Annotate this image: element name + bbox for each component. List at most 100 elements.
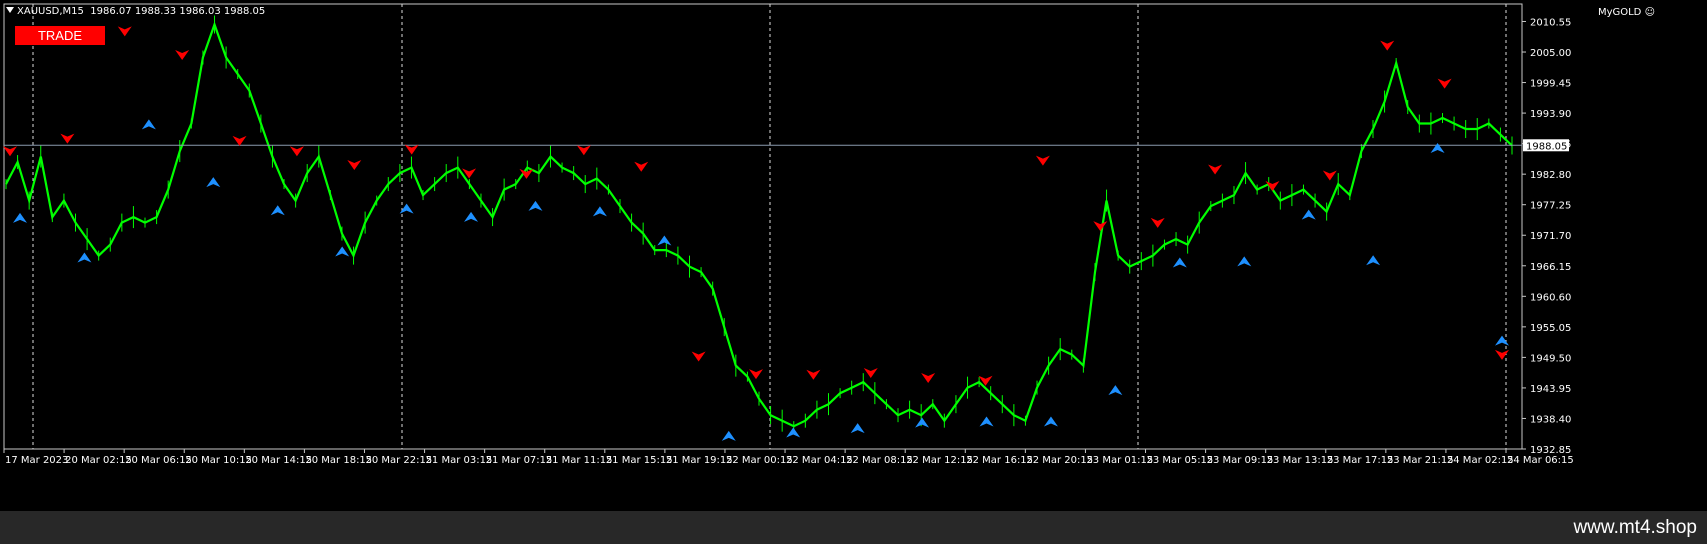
buy-signal-arrow <box>206 177 221 188</box>
y-tick-label: 1960.60 <box>1530 292 1571 303</box>
current-price-label: 1988.05 <box>1526 141 1567 152</box>
sell-signal-arrow <box>1437 78 1452 89</box>
sell-signal-arrow <box>117 26 132 37</box>
sell-signal-arrow <box>634 161 649 172</box>
x-tick-label: 23 Mar 13:15 <box>1267 455 1334 466</box>
sell-signal-arrow <box>60 133 75 144</box>
y-tick-label: 2005.00 <box>1530 48 1571 59</box>
x-tick-label: 20 Mar 10:15 <box>185 455 252 466</box>
sell-signal-arrow <box>289 146 304 157</box>
x-tick-label: 22 Mar 16:15 <box>966 455 1033 466</box>
x-tick-label: 23 Mar 05:15 <box>1147 455 1214 466</box>
buy-signal-arrow <box>1366 255 1381 266</box>
sell-signal-arrow <box>1093 221 1108 232</box>
buy-signal-arrow <box>1430 143 1445 154</box>
y-tick-label: 1999.45 <box>1530 79 1571 90</box>
sell-signal-arrow <box>576 145 591 156</box>
x-tick-label: 21 Mar 03:15 <box>426 455 493 466</box>
x-tick-label: 22 Mar 04:15 <box>786 455 853 466</box>
sell-signal-arrow <box>1208 164 1223 175</box>
y-tick-label: 1993.90 <box>1530 109 1571 120</box>
sell-signal-arrow <box>1265 180 1280 191</box>
y-tick-label: 1971.70 <box>1530 231 1571 242</box>
x-tick-label: 21 Mar 11:15 <box>546 455 613 466</box>
y-tick-label: 1938.40 <box>1530 414 1571 425</box>
buy-signal-arrow <box>1237 256 1252 267</box>
sell-signal-arrow <box>749 369 763 380</box>
buy-signal-arrow <box>657 235 672 246</box>
buy-signal-arrow <box>464 211 479 222</box>
x-tick-label: 20 Mar 22:15 <box>365 455 432 466</box>
buy-signal-arrow <box>786 427 801 438</box>
symbol-label: XAUUSD,M15 <box>17 6 84 17</box>
x-tick-label: 22 Mar 00:15 <box>726 455 793 466</box>
smiley-icon: ☺ <box>1644 7 1655 18</box>
sell-signal-arrow <box>232 135 247 146</box>
trade-button[interactable]: TRADE <box>15 26 105 45</box>
indicator-name: MyGOLD <box>1597 7 1642 18</box>
buy-signal-arrow <box>1043 416 1058 427</box>
buy-signal-arrow <box>915 417 930 428</box>
price-chart[interactable]: 2010.552005.001999.451993.901988.351982.… <box>0 0 1707 544</box>
sell-signal-arrow <box>175 50 190 61</box>
buy-signal-arrow <box>141 119 156 130</box>
buy-signal-arrow <box>1495 335 1509 346</box>
buy-signal-arrow <box>1108 385 1123 396</box>
buy-signal-arrow <box>1301 209 1316 220</box>
y-tick-label: 1949.50 <box>1530 353 1571 364</box>
x-tick-label: 23 Mar 17:15 <box>1327 455 1394 466</box>
x-tick-label: 24 Mar 06:15 <box>1507 455 1574 466</box>
x-tick-label: 23 Mar 01:15 <box>1086 455 1153 466</box>
x-tick-label: 22 Mar 20:15 <box>1026 455 1093 466</box>
x-tick-label: 20 Mar 18:15 <box>305 455 372 466</box>
buy-signal-arrow <box>528 200 543 211</box>
buy-signal-arrow <box>13 212 27 223</box>
footer-bar: www.mt4.shop <box>0 511 1707 544</box>
buy-signal-arrow <box>77 252 92 263</box>
buy-signal-arrow <box>335 246 350 257</box>
sell-signal-arrow <box>1380 40 1395 51</box>
sell-signal-arrow <box>3 146 17 157</box>
y-tick-label: 1955.05 <box>1530 323 1571 334</box>
chart-header: XAUUSD,M15 1986.07 1988.33 1986.03 1988.… <box>6 6 265 17</box>
price-series-line <box>5 21 1513 428</box>
x-tick-label: 20 Mar 02:15 <box>65 455 132 466</box>
plot-frame <box>3 3 1523 450</box>
x-tick-label: 20 Mar 06:15 <box>125 455 192 466</box>
x-tick-label: 21 Mar 15:15 <box>606 455 673 466</box>
buy-signal-arrow <box>721 430 736 441</box>
y-tick-label: 1943.95 <box>1530 384 1571 395</box>
x-tick-label: 21 Mar 07:15 <box>486 455 553 466</box>
y-tick-label: 1977.25 <box>1530 201 1571 212</box>
sell-signal-arrow <box>1150 217 1165 228</box>
indicator-label: MyGOLD ☺ <box>1598 7 1655 18</box>
watermark: www.mt4.shop <box>1573 517 1697 538</box>
buy-signal-arrow <box>270 205 285 216</box>
sell-signal-arrow <box>1035 155 1050 166</box>
x-tick-label: 17 Mar 2023 <box>5 455 68 466</box>
x-tick-label: 20 Mar 14:15 <box>245 455 312 466</box>
sell-signal-arrow <box>1495 349 1509 360</box>
y-tick-label: 1966.15 <box>1530 262 1571 273</box>
sell-signal-arrow <box>863 368 878 379</box>
buy-signal-arrow <box>592 206 607 217</box>
dropdown-triangle-icon[interactable] <box>6 7 14 13</box>
buy-signal-arrow <box>1172 257 1187 268</box>
sell-signal-arrow <box>404 144 419 155</box>
sell-signal-arrow <box>691 351 706 362</box>
buy-signal-arrow <box>850 423 865 434</box>
buy-signal-arrow <box>979 416 994 427</box>
x-tick-label: 22 Mar 08:15 <box>846 455 913 466</box>
sell-signal-arrow <box>806 369 821 380</box>
ohlc-values: 1986.07 1988.33 1986.03 1988.05 <box>90 6 266 17</box>
y-tick-label: 2010.55 <box>1530 17 1571 28</box>
sell-signal-arrow <box>347 160 362 171</box>
x-tick-label: 22 Mar 12:15 <box>906 455 973 466</box>
x-tick-label: 23 Mar 09:15 <box>1207 455 1274 466</box>
x-tick-label: 24 Mar 02:15 <box>1447 455 1514 466</box>
y-tick-label: 1982.80 <box>1530 170 1571 181</box>
sell-signal-arrow <box>921 372 936 383</box>
x-tick-label: 23 Mar 21:15 <box>1387 455 1454 466</box>
sell-signal-arrow <box>1322 170 1337 181</box>
x-tick-label: 21 Mar 19:15 <box>666 455 733 466</box>
